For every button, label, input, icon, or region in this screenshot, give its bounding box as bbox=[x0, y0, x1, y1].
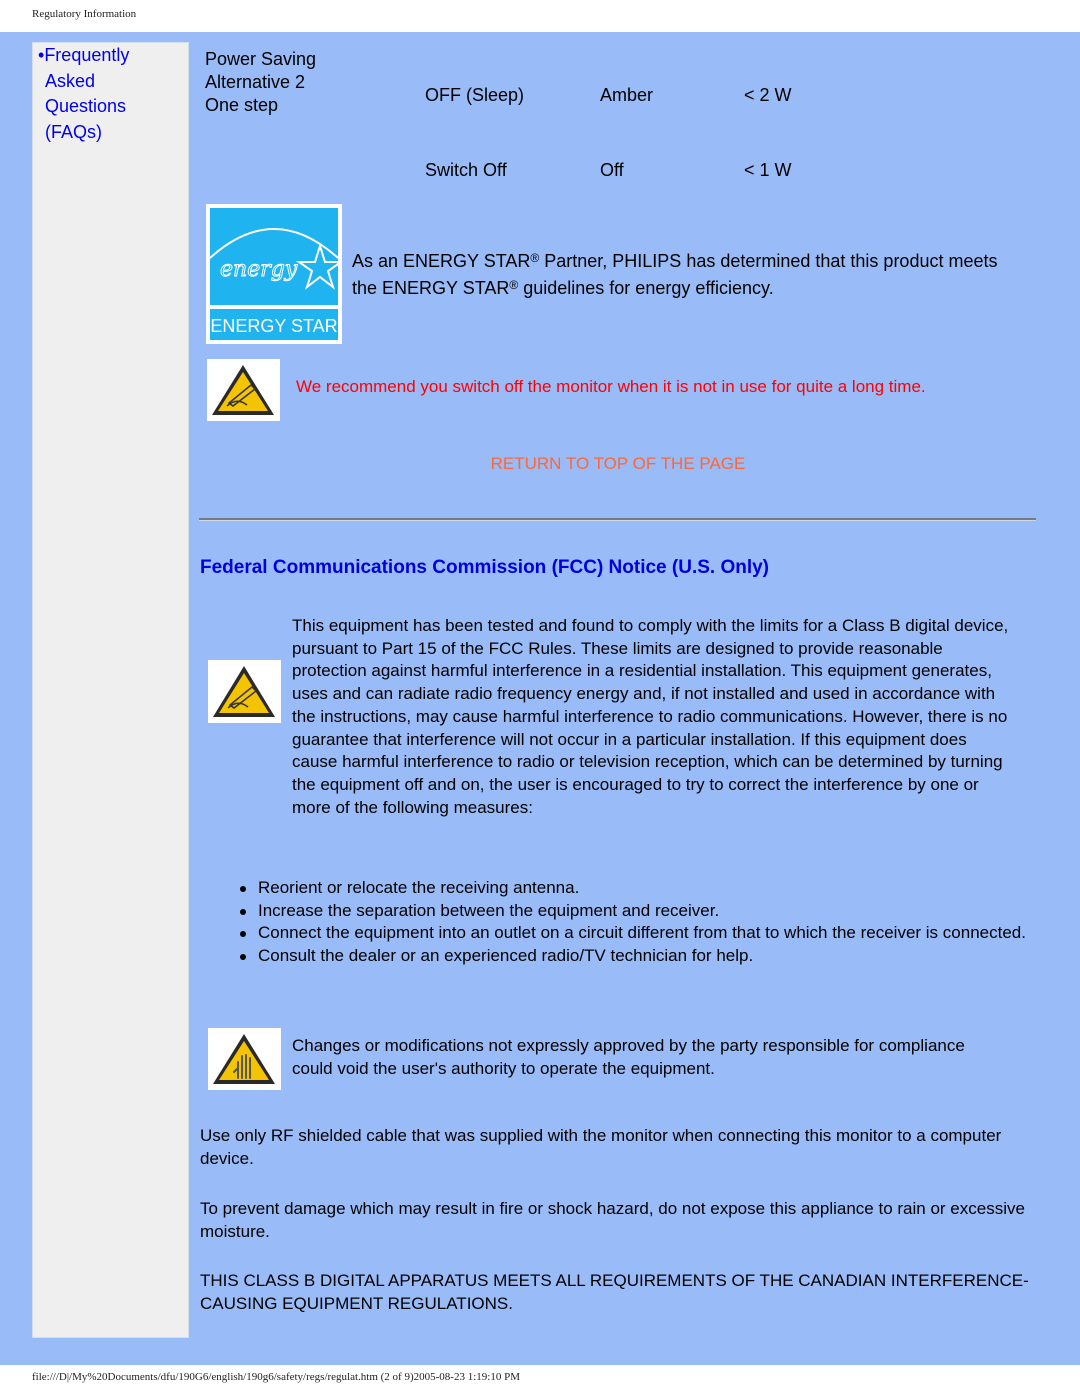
power-off-recommendation: We recommend you switch off the monitor … bbox=[296, 377, 926, 396]
power-state-cell: OFF (Sleep) bbox=[425, 85, 525, 105]
fcc-section-title: Federal Communications Commission (FCC) … bbox=[200, 557, 770, 578]
power-consumption-cell: < 2 W bbox=[744, 85, 792, 105]
sidebar: •Frequently Asked Questions (FAQs) bbox=[32, 42, 189, 1338]
rf-cable-notice: Use only RF shielded cable that was supp… bbox=[200, 1126, 1002, 1168]
power-mode-label: Power Saving Alternative 2 One step bbox=[205, 49, 317, 115]
modifications-warning: Changes or modifications not expressly a… bbox=[292, 1036, 965, 1078]
power-led-cell: Amber bbox=[600, 85, 654, 105]
section-divider bbox=[199, 518, 1036, 521]
sidebar-link-faqs[interactable]: •Frequently Asked Questions (FAQs) bbox=[38, 43, 178, 145]
interference-measures-list: Reorient or relocate the receiving anten… bbox=[240, 877, 1028, 968]
power-state-cell: Switch Off bbox=[425, 160, 507, 180]
registered-mark: ® bbox=[509, 278, 519, 292]
energy-star-logo: energy ENERGY STAR bbox=[206, 204, 345, 344]
fcc-compliance-paragraph: This equipment has been tested and found… bbox=[292, 616, 1009, 817]
warning-hand-icon bbox=[208, 1028, 281, 1090]
power-led-cell: Off bbox=[600, 160, 624, 180]
list-item: Reorient or relocate the receiving anten… bbox=[240, 877, 1028, 900]
registered-mark: ® bbox=[530, 251, 540, 265]
power-consumption-cell: < 1 W bbox=[744, 160, 792, 180]
warning-pen-icon bbox=[207, 359, 280, 421]
list-item: Connect the equipment into an outlet on … bbox=[240, 922, 1028, 945]
energy-script-text: energy bbox=[220, 257, 298, 282]
print-header-title: Regulatory Information bbox=[32, 8, 137, 20]
energy-star-label: ENERGY STAR bbox=[210, 316, 337, 336]
list-item: Increase the separation between the equi… bbox=[240, 900, 1028, 923]
list-item: Consult the dealer or an experienced rad… bbox=[240, 945, 1028, 968]
warning-pen-icon bbox=[208, 660, 281, 723]
canadian-compliance-notice: THIS CLASS B DIGITAL APPARATUS MEETS ALL… bbox=[200, 1271, 1029, 1313]
moisture-notice: To prevent damage which may result in fi… bbox=[200, 1199, 1025, 1241]
energy-star-logo-graphic: energy ENERGY STAR bbox=[206, 204, 345, 344]
energy-star-statement: As an ENERGY STAR® Partner, PHILIPS has … bbox=[352, 251, 998, 298]
return-to-top-link[interactable]: RETURN TO TOP OF THE PAGE bbox=[0, 454, 1080, 474]
print-footer-path: file:///D|/My%20Documents/dfu/190G6/engl… bbox=[32, 1371, 520, 1383]
